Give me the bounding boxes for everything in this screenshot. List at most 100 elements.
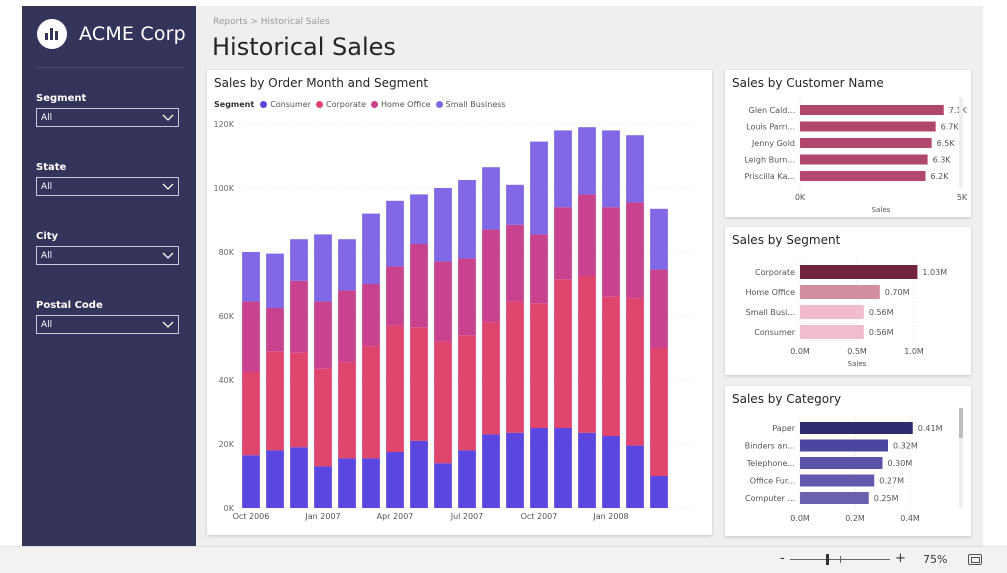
bar-segment-home-office	[362, 284, 380, 347]
bar-segment-small-business	[242, 252, 260, 302]
data-label: 6.5K	[937, 139, 956, 148]
state-dropdown[interactable]: All	[36, 177, 179, 196]
segment-chart-card[interactable]: Sales by Segment 0.0M 0.5M 1.0M Corporate 1.…	[725, 227, 971, 375]
status-bar: - + 75%	[0, 546, 1007, 573]
x-tick-label: Oct 2006	[233, 512, 270, 521]
bar-segment-small-business	[458, 180, 476, 259]
category-label: Office Fur...	[750, 477, 795, 486]
bar-segment-corporate	[554, 279, 572, 428]
y-tick-label: 120K	[213, 120, 234, 129]
city-dropdown[interactable]: All	[36, 246, 179, 265]
x-tick-label: Apr 2007	[377, 512, 414, 521]
customer-chart-card[interactable]: Sales by Customer Name 0K 5K Glen Cald... 7…	[725, 70, 971, 217]
sidebar-divider	[36, 67, 184, 68]
bar	[800, 305, 864, 319]
bar-segment-consumer	[386, 452, 404, 508]
bar-segment-small-business	[386, 200, 404, 267]
bar-segment-home-office	[626, 202, 644, 299]
category-label: Telephone...	[746, 459, 795, 468]
data-label: 0.56M	[869, 328, 894, 337]
bar-segment-consumer	[314, 466, 332, 508]
bar-segment-corporate	[386, 325, 404, 452]
report-window: ACME Corp Segment All State All City All…	[0, 0, 1007, 573]
bar-segment-home-office	[410, 244, 428, 328]
bar-segment-small-business	[554, 130, 572, 208]
company-name: ACME Corp	[79, 23, 186, 45]
slicer-label: Segment	[36, 93, 87, 104]
bar-segment-consumer	[530, 428, 548, 508]
company-logo: ACME Corp	[37, 19, 186, 49]
zoom-out-button[interactable]: -	[780, 551, 785, 566]
chevron-down-icon	[162, 183, 174, 190]
bar-segment-home-office	[650, 269, 668, 348]
bar-segment-corporate	[482, 322, 500, 435]
bar-segment-consumer	[626, 445, 644, 508]
bar-segment-corporate	[602, 296, 620, 436]
bar-segment-corporate	[434, 341, 452, 464]
segment-dropdown[interactable]: All	[36, 108, 179, 127]
x-tick-label: 0.5M	[847, 347, 867, 356]
bar-segment-consumer	[578, 432, 596, 508]
bar-segment-home-office	[458, 258, 476, 336]
bar-segment-home-office	[578, 194, 596, 276]
category-label: Binders an...	[745, 442, 795, 451]
stacked-bar-chart: 0K20K40K60K80K100K120KOct 2006 Jan 2007 Ap…	[213, 120, 695, 521]
data-label: 6.3K	[933, 156, 952, 165]
bar-segment-corporate	[290, 352, 308, 448]
category-label: Computer ...	[745, 494, 795, 503]
bar-segment-small-business	[530, 141, 548, 235]
fit-to-page-icon[interactable]	[968, 554, 982, 565]
customer-scrollbar[interactable]	[959, 98, 963, 188]
bar-segment-small-business	[434, 188, 452, 262]
page-title: Historical Sales	[212, 33, 396, 61]
bar	[800, 325, 864, 339]
zoom-in-button[interactable]: +	[895, 551, 906, 566]
category-label: Paper	[772, 424, 795, 433]
bar-segment-home-office	[506, 224, 524, 302]
bar-segment-consumer	[362, 458, 380, 508]
bar-segment-home-office	[602, 207, 620, 297]
category-label: Corporate	[755, 268, 795, 277]
y-tick-label: 60K	[219, 312, 235, 321]
bar-segment-small-business	[290, 239, 308, 281]
y-tick-label: 100K	[213, 184, 234, 193]
zoom-level[interactable]: 75%	[923, 553, 947, 566]
bar-segment-corporate	[314, 368, 332, 467]
bar	[800, 474, 875, 487]
data-label: 0.27M	[879, 477, 904, 486]
category-label: Consumer	[754, 328, 796, 337]
bar-segment-home-office	[290, 280, 308, 353]
category-scrollbar[interactable]	[959, 408, 963, 508]
chevron-down-icon	[162, 252, 174, 259]
data-label: 0.25M	[874, 494, 899, 503]
bar	[800, 422, 913, 434]
bar-segment-consumer	[506, 432, 524, 508]
category-label: Louis Parri...	[746, 123, 795, 132]
category-chart-card[interactable]: Sales by Category 0.0M 0.2M 0.4M Paper 0.41M…	[725, 386, 971, 536]
bar-segment-home-office	[482, 229, 500, 323]
slicer-segment: Segment All	[36, 93, 179, 127]
main-chart-card[interactable]: Sales by Order Month and Segment Segment…	[207, 70, 712, 535]
bar	[800, 492, 869, 504]
slicer-label: Postal Code	[36, 300, 103, 311]
bar-segment-small-business	[650, 208, 668, 270]
postal-code-dropdown[interactable]: All	[36, 315, 179, 334]
data-label: 1.03M	[922, 268, 947, 277]
x-tick-label: 0K	[795, 193, 806, 202]
bar-segment-small-business	[626, 135, 644, 203]
bar-segment-consumer	[482, 434, 500, 508]
bar-segment-small-business	[338, 239, 356, 291]
y-tick-label: 20K	[219, 440, 235, 449]
bar-segment-consumer	[290, 447, 308, 508]
report-canvas: ACME Corp Segment All State All City All…	[22, 6, 983, 546]
bar	[800, 457, 883, 469]
slicer-label: State	[36, 162, 67, 173]
x-tick-label: Jan 2008	[592, 512, 628, 521]
category-label: Leigh Burn...	[744, 156, 795, 165]
breadcrumb: Reports > Historical Sales	[213, 17, 330, 27]
zoom-slider-thumb[interactable]	[826, 554, 829, 565]
x-tick-label: Jul 2007	[450, 512, 484, 521]
scrollbar-thumb[interactable]	[959, 408, 963, 438]
bar-segment-home-office	[530, 234, 548, 304]
bar-segment-small-business	[602, 130, 620, 208]
